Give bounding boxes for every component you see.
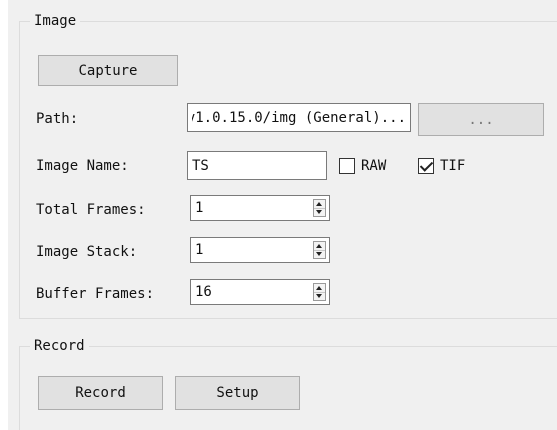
image-stack-label: Image Stack: (36, 244, 138, 260)
tif-checkbox[interactable] (418, 158, 434, 174)
buffer-frames-label: Buffer Frames: (36, 286, 155, 302)
total-frames-value: 1 (195, 200, 204, 216)
image-stack-stepper[interactable] (313, 241, 326, 259)
decrement-button[interactable] (314, 250, 325, 258)
capture-button[interactable]: Capture (38, 55, 178, 86)
record-button[interactable]: Record (38, 376, 163, 410)
browse-button[interactable]: ... (418, 103, 544, 136)
arrow-up-icon (316, 244, 322, 248)
decrement-button[interactable] (314, 208, 325, 216)
record-group-title: Record (30, 338, 89, 354)
arrow-down-icon (316, 210, 322, 214)
total-frames-label: Total Frames: (36, 202, 146, 218)
checkmark-icon (419, 158, 434, 172)
arrow-down-icon (316, 252, 322, 256)
image-name-label: Image Name: (36, 158, 129, 174)
decrement-button[interactable] (314, 292, 325, 300)
path-field[interactable] (187, 103, 411, 132)
arrow-up-icon (316, 202, 322, 206)
arrow-up-icon (316, 286, 322, 290)
buffer-frames-value: 16 (195, 284, 212, 300)
path-label: Path: (36, 111, 79, 127)
image-group-title: Image (30, 13, 81, 29)
arrow-down-icon (316, 294, 322, 298)
buffer-frames-stepper[interactable] (313, 283, 326, 301)
raw-label: RAW (361, 158, 387, 174)
image-name-field[interactable] (187, 151, 327, 180)
image-stack-spinbox[interactable]: 1 (190, 237, 330, 263)
image-stack-value: 1 (195, 242, 204, 258)
buffer-frames-spinbox[interactable]: 16 (190, 279, 330, 305)
tif-label: TIF (440, 158, 466, 174)
raw-checkbox[interactable] (339, 158, 355, 174)
setup-button[interactable]: Setup (175, 376, 300, 410)
total-frames-stepper[interactable] (313, 199, 326, 217)
total-frames-spinbox[interactable]: 1 (190, 195, 330, 221)
